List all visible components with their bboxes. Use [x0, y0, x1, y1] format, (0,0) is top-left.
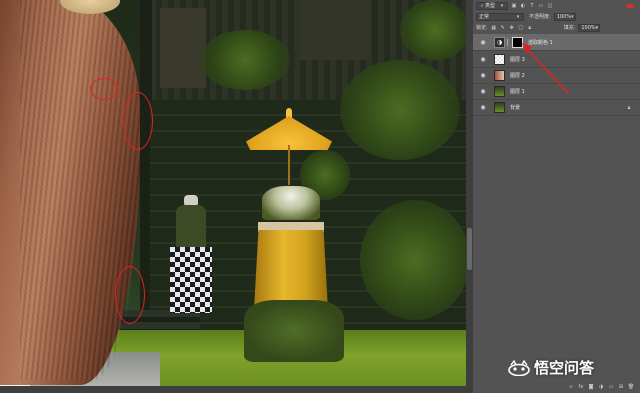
pixel-filter-icon[interactable]: ▣ — [511, 3, 517, 9]
layer-name: 选取颜色 1 — [528, 39, 553, 46]
watermark: 悟空问答 — [508, 357, 594, 378]
flower-offering — [262, 186, 320, 220]
eye-icon[interactable]: ◉ — [478, 56, 488, 63]
stone-window — [300, 0, 370, 60]
link-icon[interactable] — [507, 38, 510, 46]
red-annotation-circle — [123, 92, 153, 150]
shape-filter-icon[interactable]: ▭ — [538, 3, 544, 9]
layer-name: 背景 — [510, 105, 521, 111]
document-canvas[interactable] — [0, 0, 466, 393]
foliage — [360, 200, 466, 320]
layer-filter-row: ⌕ 类型 ▾ ▣ ◐ T ▭ ◫ — [473, 1, 640, 10]
layer-name: 图层 1 — [510, 89, 525, 95]
layer-row-selective-color[interactable]: ◉ ◑ 选取颜色 1 — [473, 34, 640, 51]
opacity-value: 100% — [556, 13, 571, 20]
opacity-label: 不透明度: — [529, 14, 551, 20]
layer-thumbnail — [494, 86, 505, 97]
filter-kind-label: 类型 — [485, 3, 496, 9]
lock-icon: 🔒︎ — [627, 104, 631, 111]
moss-base — [244, 300, 344, 362]
foliage — [400, 0, 466, 60]
yellow-cloth — [254, 230, 328, 310]
eye-icon[interactable]: ◉ — [478, 72, 488, 79]
layers-panel: ⌕ 类型 ▾ ▣ ◐ T ▭ ◫ 正常 ▾ 不透明度: 100% ▾ 锁定: ▦… — [473, 0, 640, 393]
adjustment-icon[interactable]: ◑ — [598, 384, 604, 390]
chevron-down-icon: ▾ — [595, 24, 599, 31]
blend-row: 正常 ▾ 不透明度: 100% ▾ — [473, 12, 640, 21]
chevron-down-icon: ▾ — [570, 13, 574, 20]
fill-label: 填充: — [563, 25, 576, 31]
layer-name: 图层 2 — [510, 73, 525, 79]
vertical-scrollbar[interactable] — [466, 0, 473, 393]
checkered-statue — [170, 195, 212, 315]
link-icon[interactable]: ∞ — [568, 384, 574, 390]
lock-artboard-icon[interactable]: ▢ — [518, 25, 524, 31]
opacity-input[interactable]: 100% ▾ — [553, 12, 576, 21]
fill-value: 100% — [581, 24, 596, 31]
chevron-down-icon: ▾ — [500, 2, 504, 9]
lock-label: 锁定: — [476, 25, 488, 31]
checkered-sarong — [170, 247, 212, 313]
blend-mode-value: 正常 — [479, 14, 490, 20]
watermark-logo-icon — [508, 359, 530, 376]
statue-body — [176, 205, 206, 249]
lock-icon[interactable]: 🔒︎ — [527, 25, 533, 31]
layer-row-layer-2[interactable]: ◉ 图层 2 — [473, 68, 640, 84]
layer-mask-thumbnail[interactable] — [512, 36, 523, 48]
red-annotation-circle — [90, 78, 118, 100]
lock-transparent-icon[interactable]: ▦ — [491, 25, 497, 31]
layer-thumbnail — [494, 54, 505, 65]
type-filter-icon[interactable]: T — [529, 3, 535, 9]
new-layer-icon[interactable]: ⊞ — [618, 384, 624, 390]
filter-toggle[interactable] — [626, 3, 634, 8]
hair-strands — [20, 0, 140, 380]
eye-icon[interactable]: ◉ — [478, 39, 488, 46]
layer-row-background[interactable]: ◉ 背景 🔒︎ — [473, 100, 640, 116]
adjustment-icon: ◑ — [494, 36, 505, 48]
foliage — [340, 60, 460, 160]
layer-thumbnail — [494, 102, 505, 113]
stone-carving — [160, 8, 206, 88]
horizontal-scrollbar[interactable] — [0, 386, 466, 393]
red-annotation-circle — [115, 266, 145, 324]
eye-icon[interactable]: ◉ — [478, 104, 488, 111]
trash-icon[interactable]: 🗑︎ — [628, 384, 634, 390]
chevron-down-icon: ▾ — [516, 13, 520, 20]
blend-mode-select[interactable]: 正常 ▾ — [476, 12, 524, 21]
lock-pixels-icon[interactable]: ✎ — [500, 25, 506, 31]
fx-icon[interactable]: fx — [578, 384, 584, 390]
mask-icon[interactable]: ◙ — [588, 384, 594, 390]
umbrella-pole — [288, 145, 290, 185]
vertical-scroll-thumb[interactable] — [467, 228, 472, 270]
watermark-text: 悟空问答 — [534, 359, 595, 377]
lock-row: 锁定: ▦ ✎ ✥ ▢ 🔒︎ 填充: 100% ▾ — [473, 23, 640, 32]
layer-thumbnail — [494, 70, 505, 81]
smart-object-filter-icon[interactable]: ◫ — [547, 3, 553, 9]
filter-kind-select[interactable]: ⌕ 类型 ▾ — [476, 1, 508, 10]
fill-input[interactable]: 100% ▾ — [578, 23, 601, 32]
layer-row-layer-1[interactable]: ◉ 图层 1 — [473, 84, 640, 100]
lock-position-icon[interactable]: ✥ — [509, 25, 515, 31]
layers-panel-footer: ∞ fx ◙ ◑ ▭ ⊞ 🗑︎ — [473, 380, 640, 393]
eye-icon[interactable]: ◉ — [478, 88, 488, 95]
foliage — [200, 30, 290, 90]
folder-icon[interactable]: ▭ — [608, 384, 614, 390]
adjustment-filter-icon[interactable]: ◐ — [520, 3, 526, 9]
layer-name: 图层 3 — [510, 57, 525, 63]
layer-row-layer-3[interactable]: ◉ 图层 3 — [473, 52, 640, 68]
